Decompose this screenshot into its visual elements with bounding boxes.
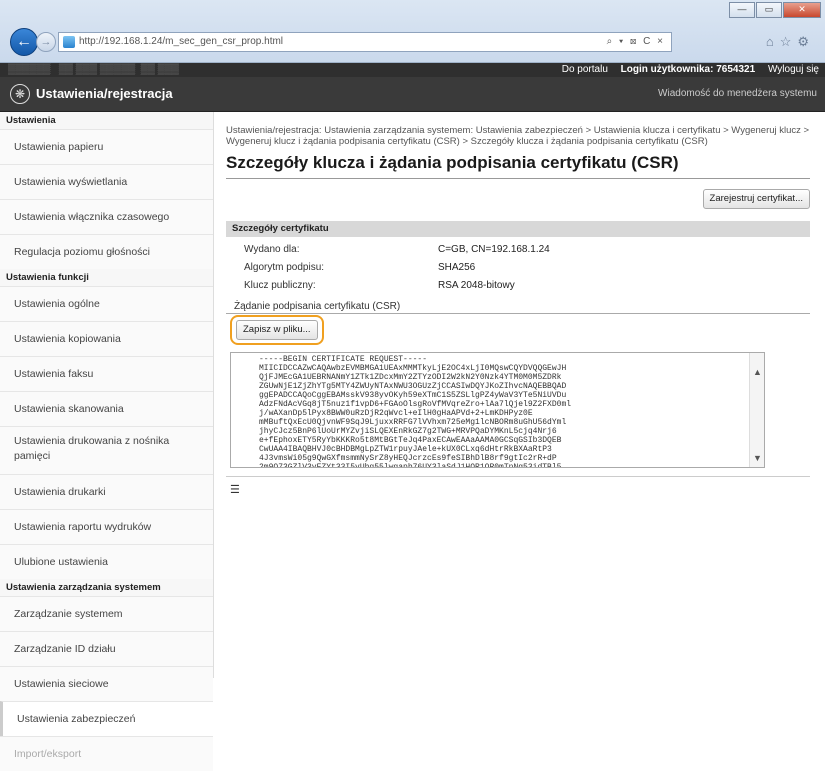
url-text: http://192.168.1.24/m_sec_gen_csr_prop.h… [79,36,284,47]
register-row: Zarejestruj certyfikat... [226,189,810,209]
settings-register-icon: ❋ [10,84,30,104]
csr-label: Żądanie podpisania certyfikatu (CSR) [234,301,401,312]
csr-textarea[interactable]: -----BEGIN CERTIFICATE REQUEST----- MIIC… [230,352,765,468]
sidebar: Ustawienia Ustawienia papieru Ustawienia… [0,112,214,771]
highlight-ring [230,315,324,345]
issued-to-row: Wydano dla: C=GB, CN=192.168.1.24 [226,241,818,259]
sidebar-item-department-id[interactable]: Zarządzanie ID działu [0,631,213,666]
public-key-value: RSA 2048-bitowy [438,280,515,291]
favorites-star-icon[interactable]: ☆ [780,34,798,49]
save-to-file-wrapper: Zapisz w pliku... [230,315,324,345]
address-bar[interactable]: http://192.168.1.24/m_sec_gen_csr_prop.h… [58,32,672,52]
scroll-down-icon[interactable]: ▼ [753,453,762,463]
address-controls[interactable]: ⌕ ▾ ⊠ C × [607,33,665,51]
ie-favicon-icon [63,36,75,48]
csr-scrollbar[interactable]: ▲ ▼ [749,353,764,467]
sidebar-item-printer[interactable]: Ustawienia drukarki [0,474,213,509]
logout-link[interactable]: Wyloguj się [768,64,819,75]
sidebar-item-timer[interactable]: Ustawienia włącznika czasowego [0,199,213,234]
public-key-label: Klucz publiczny: [244,280,316,291]
public-key-row: Klucz publiczny: RSA 2048-bitowy [226,277,818,295]
signature-algorithm-row: Algorytm podpisu: SHA256 [226,259,818,277]
sidebar-item-favorites[interactable]: Ulubione ustawienia [0,544,213,579]
collapse-icon[interactable]: ☰ [230,483,818,496]
csr-divider [226,313,810,314]
signature-algorithm-label: Algorytm podpisu: [244,262,325,273]
sidebar-item-volume[interactable]: Regulacja poziomu głośności [0,234,213,269]
portal-header: ❋ Ustawienia/rejestracja Wiadomość do me… [0,77,825,112]
forward-arrow-icon[interactable]: → [36,32,56,52]
scroll-up-icon[interactable]: ▲ [753,367,762,377]
sidebar-item-fax[interactable]: Ustawienia faksu [0,356,213,391]
signature-algorithm-value: SHA256 [438,262,476,273]
login-value: 7654321 [716,64,756,75]
home-icon[interactable]: ⌂ [766,34,780,49]
minimize-button[interactable]: — [729,2,755,18]
sidebar-item-system-management[interactable]: Zarządzanie systemem [0,596,213,631]
portal-top-bar: ▒▒▒▒▒▒ ▒▒ ▒▒▒ ▒▒▒▒▒ ▒▒ ▒▒▒ Do portalu Lo… [0,63,825,77]
sidebar-item-network[interactable]: Ustawienia sieciowe [0,666,213,701]
portal-link[interactable]: Do portalu [562,64,608,75]
sidebar-item-import-export[interactable]: Import/eksport [0,736,213,771]
certificate-details-header: Szczegóły certyfikatu [226,221,810,237]
csr-text: -----BEGIN CERTIFICATE REQUEST----- MIIC… [259,355,572,468]
sidebar-group-function-settings: Ustawienia funkcji [6,272,89,283]
portal-title: Ustawienia/rejestracja [36,86,173,101]
page-title: Szczegóły klucza i żądania podpisania ce… [226,153,679,172]
sidebar-item-media-print[interactable]: Ustawienia drukowania z nośnika pamięci [0,426,213,474]
sidebar-item-paper[interactable]: Ustawienia papieru [0,129,213,164]
sidebar-item-general[interactable]: Ustawienia ogólne [0,286,213,321]
bottom-divider [226,476,810,477]
title-divider [226,178,810,179]
maximize-button[interactable]: ▭ [756,2,782,18]
sidebar-group-settings: Ustawienia [6,115,56,126]
browser-chrome: — ▭ ✕ ← → http://192.168.1.24/m_sec_gen_… [0,0,825,63]
device-name-blurred: ▒▒▒▒▒▒ ▒▒ ▒▒▒ ▒▒▒▒▒ ▒▒ ▒▒▒ [8,64,180,75]
register-certificate-button[interactable]: Zarejestruj certyfikat... [702,189,810,209]
window-controls: — ▭ ✕ [729,2,821,18]
sidebar-item-security[interactable]: Ustawienia zabezpieczeń [0,701,213,736]
toolbar-icons[interactable]: ⌂☆⚙ [766,34,815,50]
close-window-button[interactable]: ✕ [783,2,821,18]
issued-to-value: C=GB, CN=192.168.1.24 [438,244,550,255]
message-to-admin-link[interactable]: Wiadomość do menedżera systemu [658,88,817,99]
sidebar-group-system-management: Ustawienia zarządzania systemem [6,582,161,593]
back-arrow-icon[interactable]: ← [10,28,38,56]
sidebar-item-scan[interactable]: Ustawienia skanowania [0,391,213,426]
issued-to-label: Wydano dla: [244,244,300,255]
sidebar-item-display[interactable]: Ustawienia wyświetlania [0,164,213,199]
main-content: Ustawienia/rejestracja: Ustawienia zarzą… [226,112,818,496]
breadcrumb: Ustawienia/rejestracja: Ustawienia zarzą… [226,125,810,147]
gear-icon[interactable]: ⚙ [797,34,815,49]
portal-top-right: Do portalu Login użytkownika: 7654321 Wy… [552,63,819,77]
sidebar-item-report[interactable]: Ustawienia raportu wydruków [0,509,213,544]
login-label: Login użytkownika: [620,64,714,75]
sidebar-item-copy[interactable]: Ustawienia kopiowania [0,321,213,356]
